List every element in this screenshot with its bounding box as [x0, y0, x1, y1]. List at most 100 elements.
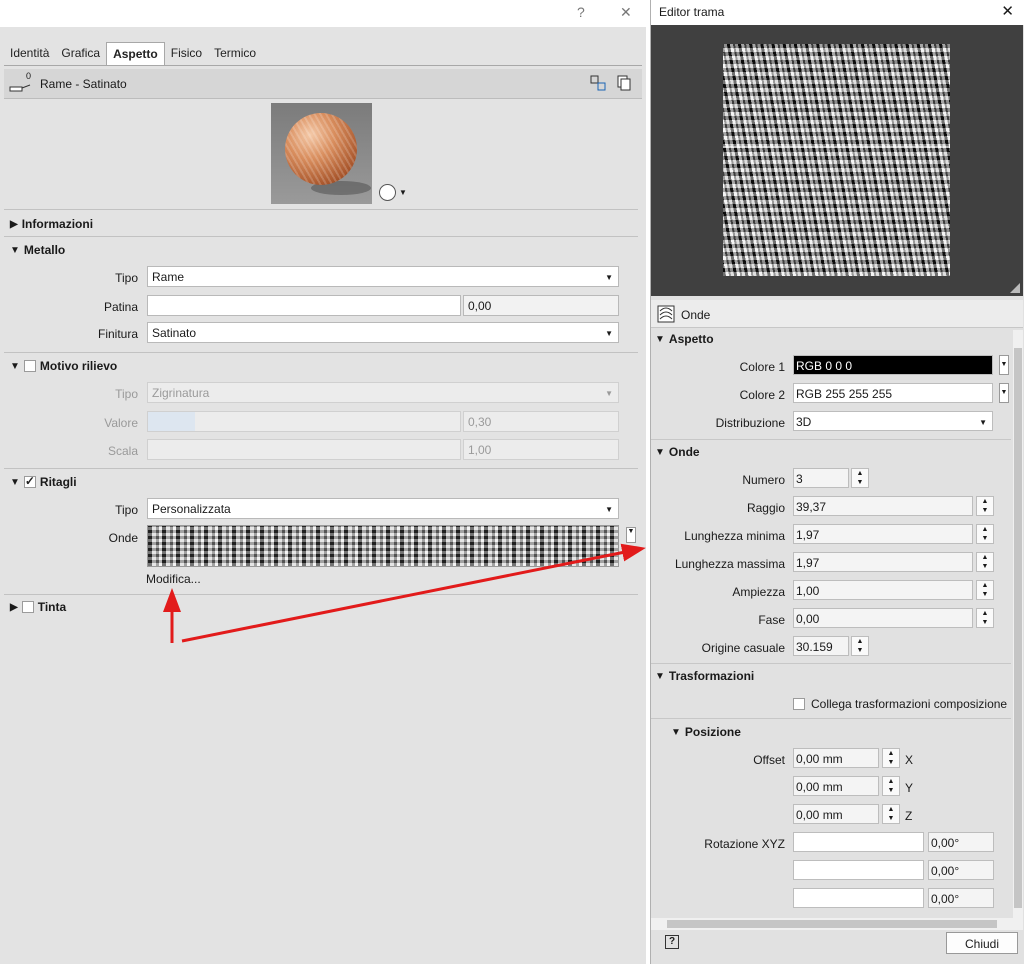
- swap-icon[interactable]: [590, 75, 606, 91]
- numero-input[interactable]: 3: [793, 468, 849, 488]
- patina-slider[interactable]: [147, 295, 461, 316]
- section-title: Ritagli: [39, 475, 77, 489]
- lunghezza-minima-spinner[interactable]: ▲ ▼: [976, 524, 994, 544]
- close-icon[interactable]: ✕: [1001, 2, 1014, 20]
- rotazione-z-input[interactable]: 0,00°: [928, 888, 994, 908]
- origine-casuale-value: 30.159: [796, 640, 833, 654]
- section-title: Metallo: [23, 243, 66, 257]
- onde-texture-thumbnail[interactable]: [147, 525, 619, 567]
- distribuzione-select[interactable]: 3D ▼: [793, 411, 993, 431]
- lunghezza-massima-value: 1,97: [796, 556, 820, 570]
- fase-input[interactable]: 0,00: [793, 608, 973, 628]
- rotazione-y-input[interactable]: 0,00°: [928, 860, 994, 880]
- origine-casuale-input[interactable]: 30.159: [793, 636, 849, 656]
- raggio-input[interactable]: 39,37: [793, 496, 973, 516]
- valore-number-input: 0,30: [463, 411, 619, 432]
- collapse-arrow-icon[interactable]: ▼: [655, 334, 665, 345]
- texture-seam: [723, 146, 950, 148]
- raggio-spinner[interactable]: ▲ ▼: [976, 496, 994, 516]
- colore2-dropdown[interactable]: ▼: [999, 383, 1009, 403]
- section-title: Informazioni: [21, 217, 94, 231]
- collapse-arrow-icon[interactable]: ▼: [655, 671, 665, 682]
- tinta-checkbox[interactable]: [21, 601, 34, 613]
- divider: [4, 236, 638, 237]
- tab-bar: Identità Grafica Aspetto Fisico Termico: [4, 42, 262, 66]
- preview-shape-icon[interactable]: [379, 184, 396, 201]
- offset-x-spinner[interactable]: ▲ ▼: [882, 748, 900, 768]
- offset-y-input[interactable]: 0,00 mm: [793, 776, 879, 796]
- help-icon[interactable]: ?: [665, 935, 679, 949]
- texture-type-name: Onde: [681, 308, 711, 322]
- ritagli-tipo-select[interactable]: Personalizzata ▼: [147, 498, 619, 519]
- rotazione-z-slider[interactable]: [793, 888, 924, 908]
- collapse-arrow-icon[interactable]: ▼: [671, 727, 681, 738]
- chevron-down-icon[interactable]: ▼: [399, 188, 407, 197]
- close-button[interactable]: ✕: [620, 4, 632, 21]
- section-onde[interactable]: ▼ Onde: [655, 445, 700, 459]
- ampiezza-label: Ampiezza: [732, 585, 785, 599]
- colore1-swatch[interactable]: RGB 0 0 0: [793, 355, 993, 375]
- finitura-select[interactable]: Satinato ▼: [147, 322, 619, 343]
- rotazione-x-slider[interactable]: [793, 832, 924, 852]
- lunghezza-massima-spinner[interactable]: ▲ ▼: [976, 552, 994, 572]
- section-ritagli[interactable]: ▼ Ritagli: [10, 474, 77, 489]
- rotazione-y-value: 0,00°: [931, 864, 960, 878]
- onde-dropdown-button[interactable]: ▼: [626, 527, 636, 543]
- vertical-scrollbar[interactable]: [1013, 330, 1023, 930]
- duplicate-icon[interactable]: [616, 75, 632, 91]
- expand-arrow-icon[interactable]: ▶: [10, 602, 18, 613]
- metallo-tipo-select[interactable]: Rame ▼: [147, 266, 619, 287]
- tab-aspetto[interactable]: Aspetto: [106, 42, 165, 66]
- chiudi-button[interactable]: Chiudi: [946, 932, 1018, 954]
- lunghezza-minima-input[interactable]: 1,97: [793, 524, 973, 544]
- colore1-dropdown[interactable]: ▼: [999, 355, 1009, 375]
- rotazione-x-value: 0,00°: [931, 836, 960, 850]
- tab-termico[interactable]: Termico: [208, 42, 262, 66]
- section-motivo-rilievo[interactable]: ▼ Motivo rilievo: [10, 359, 117, 373]
- rotazione-y-slider[interactable]: [793, 860, 924, 880]
- offset-y-spinner[interactable]: ▲ ▼: [882, 776, 900, 796]
- offset-z-input[interactable]: 0,00 mm: [793, 804, 879, 824]
- collega-trasformazioni-checkbox[interactable]: [793, 698, 805, 710]
- collapse-arrow-icon[interactable]: ▼: [10, 361, 20, 372]
- motivo-rilievo-checkbox[interactable]: [23, 360, 36, 372]
- motivo-tipo-select: Zigrinatura ▼: [147, 382, 619, 403]
- origine-casuale-spinner[interactable]: ▲ ▼: [851, 636, 869, 656]
- lunghezza-massima-input[interactable]: 1,97: [793, 552, 973, 572]
- collapse-arrow-icon[interactable]: ▼: [10, 477, 20, 488]
- section-posizione[interactable]: ▼ Posizione: [671, 725, 741, 739]
- numero-label: Numero: [742, 473, 785, 487]
- chevron-down-icon: ▼: [979, 418, 987, 427]
- section-aspetto[interactable]: ▼ Aspetto: [655, 332, 714, 346]
- select-value: Personalizzata: [152, 502, 231, 516]
- tab-grafica[interactable]: Grafica: [55, 42, 106, 66]
- collapse-arrow-icon[interactable]: ▼: [655, 447, 665, 458]
- expand-arrow-icon[interactable]: ▶: [10, 219, 18, 230]
- vertical-scroll-thumb[interactable]: [1014, 348, 1022, 908]
- help-button[interactable]: ?: [577, 4, 585, 20]
- section-informazioni[interactable]: ▶ Informazioni: [10, 217, 93, 231]
- offset-z-spinner[interactable]: ▲ ▼: [882, 804, 900, 824]
- ritagli-checkbox[interactable]: [23, 474, 36, 488]
- horizontal-scroll-thumb[interactable]: [667, 920, 997, 928]
- numero-spinner[interactable]: ▲ ▼: [851, 468, 869, 488]
- tipo-label: Tipo: [115, 271, 138, 285]
- ampiezza-input[interactable]: 1,00: [793, 580, 973, 600]
- section-title: Aspetto: [668, 332, 714, 346]
- resize-grip-icon[interactable]: [1010, 283, 1020, 293]
- section-tinta[interactable]: ▶ Tinta: [10, 600, 66, 614]
- offset-x-input[interactable]: 0,00 mm: [793, 748, 879, 768]
- patina-number-input[interactable]: 0,00: [463, 295, 619, 316]
- section-trasformazioni[interactable]: ▼ Trasformazioni: [655, 669, 754, 683]
- collapse-arrow-icon[interactable]: ▼: [10, 245, 20, 256]
- tab-identita[interactable]: Identità: [4, 42, 55, 66]
- rotazione-x-input[interactable]: 0,00°: [928, 832, 994, 852]
- texture-preview-area: [651, 25, 1023, 296]
- ampiezza-spinner[interactable]: ▲ ▼: [976, 580, 994, 600]
- horizontal-scrollbar[interactable]: [651, 918, 1013, 930]
- colore2-swatch[interactable]: RGB 255 255 255: [793, 383, 993, 403]
- section-metallo[interactable]: ▼ Metallo: [10, 243, 65, 257]
- modifica-link[interactable]: Modifica...: [146, 572, 201, 586]
- fase-spinner[interactable]: ▲ ▼: [976, 608, 994, 628]
- tab-fisico[interactable]: Fisico: [165, 42, 208, 66]
